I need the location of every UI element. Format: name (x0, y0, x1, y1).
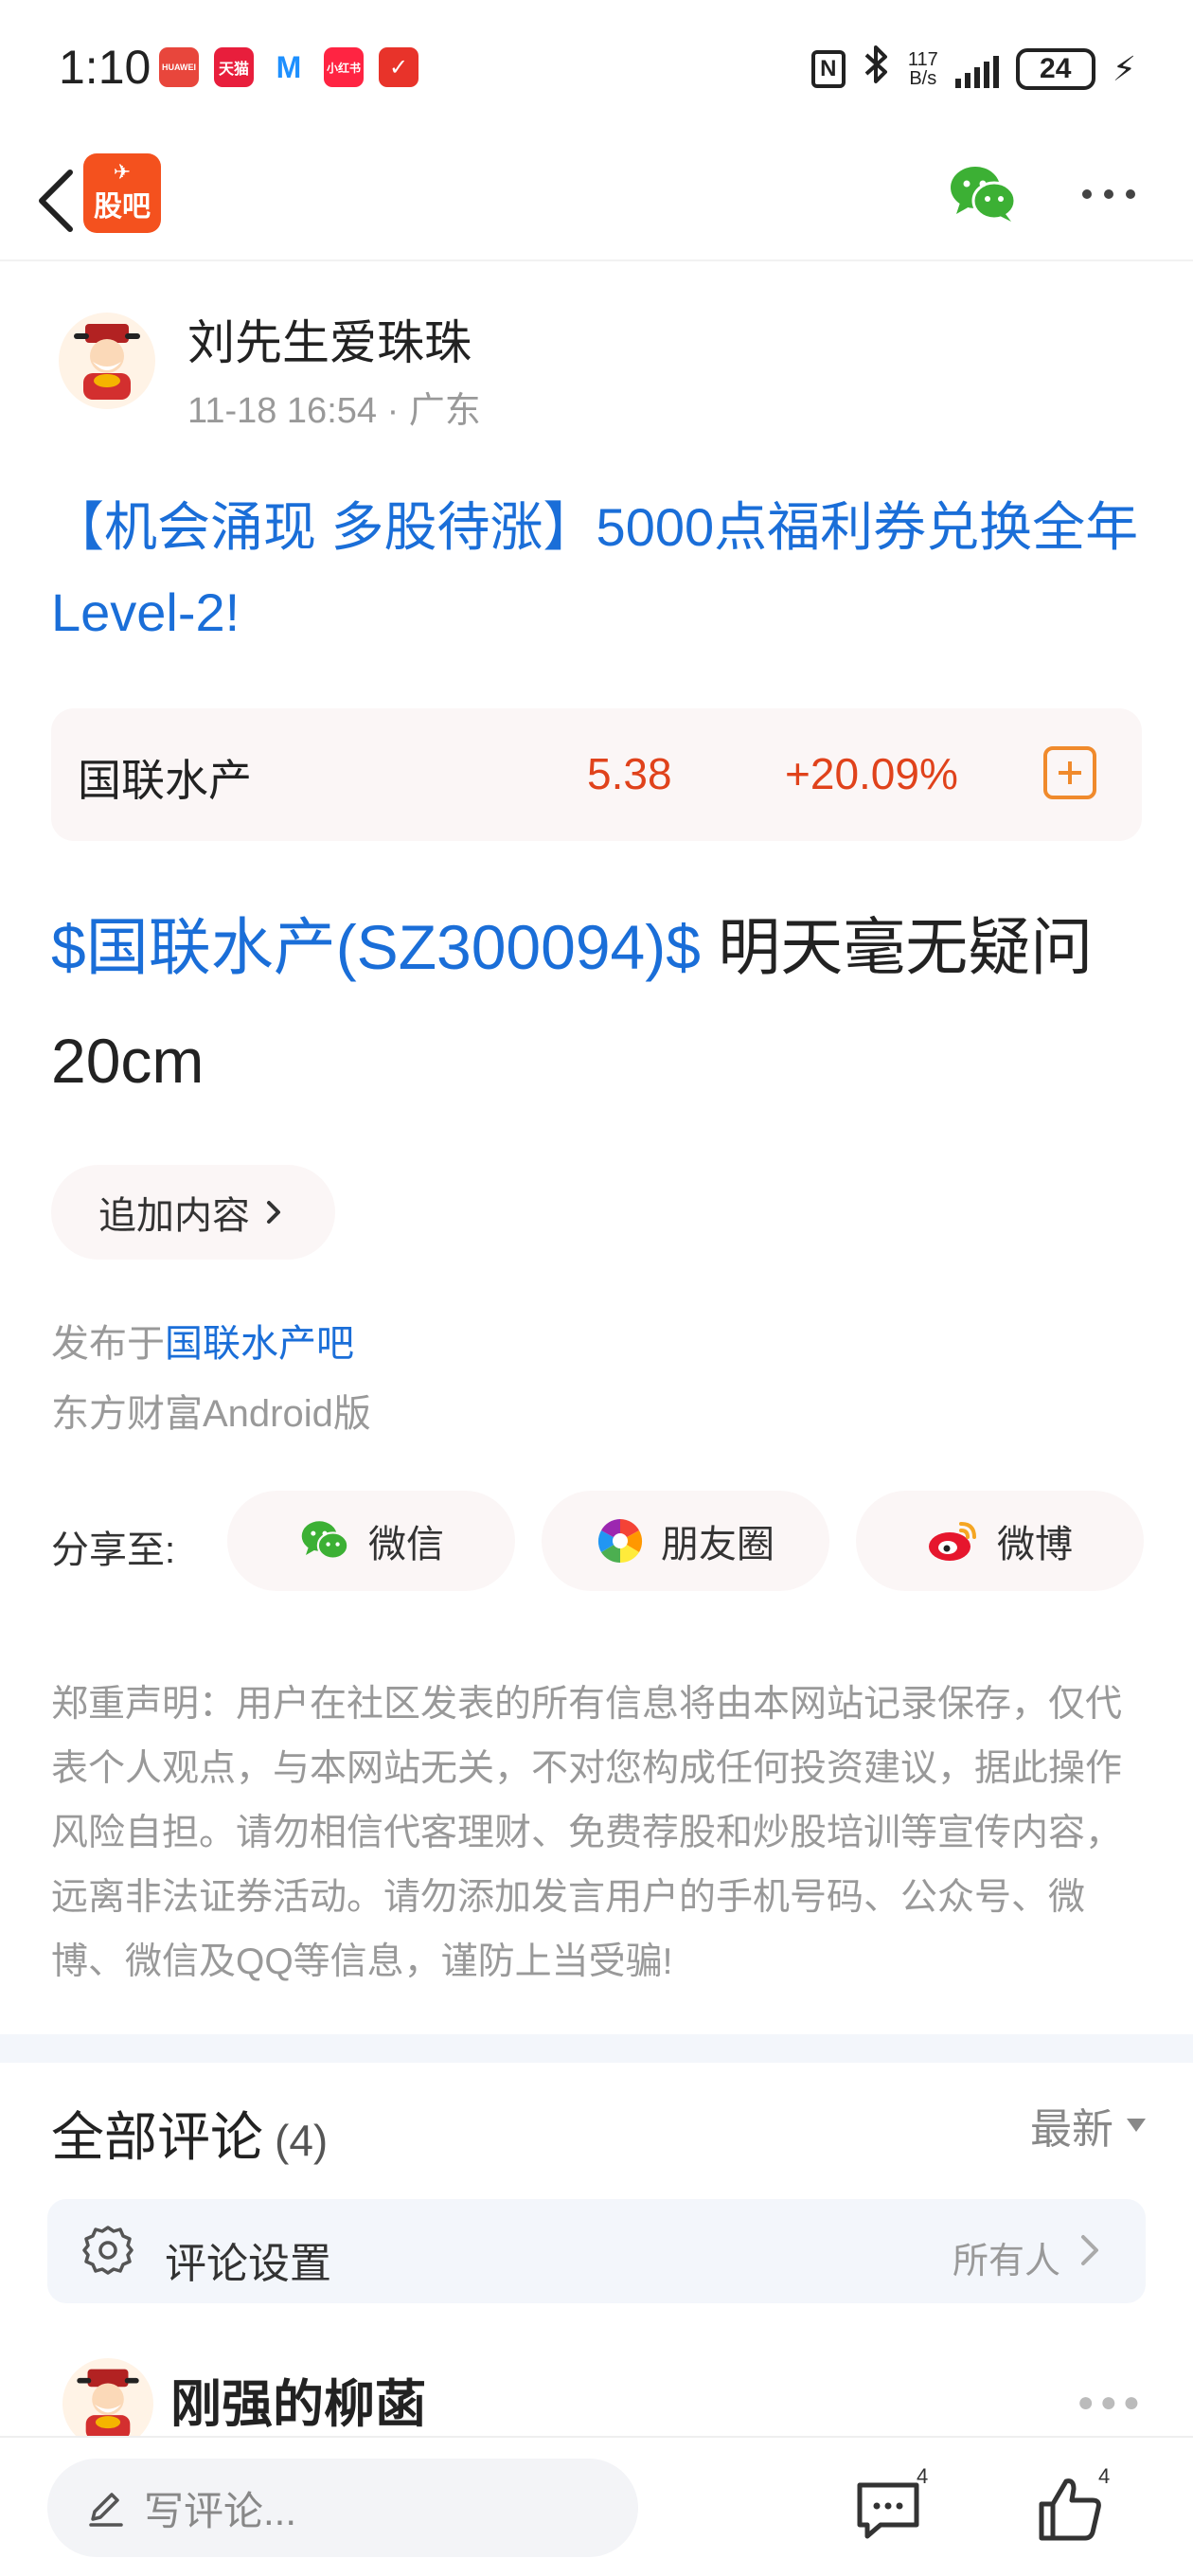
bottom-bar: 写评论... 4 4 (0, 2436, 1193, 2576)
back-arrow-icon (39, 170, 73, 232)
status-indicators: N 117 B/s 24 ⚡ (810, 44, 1136, 95)
share-moments-button[interactable]: 朋友圈 (542, 1491, 829, 1591)
battery-icon: 24 (1015, 48, 1095, 90)
meitu-notification-icon: M (276, 49, 302, 84)
paper-plane-icon: ✈ (113, 160, 132, 184)
stock-name: 国联水产 (78, 756, 252, 805)
share-button[interactable] (663, 2472, 739, 2548)
comments-header: 全部评论 (4) (51, 2095, 328, 2172)
moments-icon (597, 1519, 643, 1564)
client-info: 东方财富Android版 (51, 1393, 371, 1435)
guba-logo: ✈ 股吧 (83, 153, 161, 233)
share-weibo-label: 微博 (997, 1524, 1073, 1565)
author-name[interactable]: 刘先生爱珠珠 (187, 305, 472, 373)
append-content-button[interactable]: 追加内容 (51, 1165, 335, 1260)
comment-input[interactable]: 写评论... (47, 2459, 638, 2557)
published-prefix: 发布于 (51, 1323, 165, 1365)
published-in: 发布于国联水产吧 (51, 1313, 354, 1368)
comments-count: (4) (275, 2116, 329, 2165)
more-dots-icon (1082, 189, 1135, 199)
share-weibo-button[interactable]: 微博 (856, 1491, 1144, 1591)
stock-tag-link[interactable]: $国联水产(SZ300094)$ (51, 912, 701, 982)
share-icon (663, 2472, 739, 2548)
charging-icon: ⚡ (1112, 49, 1136, 88)
caret-down-icon (1127, 2119, 1146, 2132)
comments-sort-dropdown[interactable]: 最新 (1030, 2095, 1146, 2156)
pencil-icon (89, 2493, 123, 2527)
like-button[interactable] (1032, 2472, 1108, 2548)
thumbs-up-icon (1039, 2478, 1101, 2541)
add-watchlist-icon[interactable] (1043, 746, 1096, 799)
commenter-name[interactable]: 刚强的柳菡 (170, 2362, 426, 2437)
more-options-button[interactable] (1076, 170, 1142, 218)
disclaimer-text: 郑重声明：用户在社区发表的所有信息将由本网站记录保存，仅代表个人观点，与本网站无… (51, 1684, 1123, 1982)
comment-input-placeholder: 写评论... (144, 2488, 297, 2533)
back-button[interactable] (28, 165, 85, 237)
author-avatar[interactable] (59, 313, 155, 409)
share-wechat-label: 微信 (368, 1524, 444, 1565)
comment-count-badge: 4 (917, 2464, 929, 2488)
bluetooth-icon (863, 44, 891, 95)
comments-sort-label: 最新 (1030, 2106, 1113, 2153)
comment-icon (857, 2482, 919, 2539)
status-time: 1:10 (59, 41, 151, 94)
network-speed-value: 117 (907, 49, 938, 70)
section-divider (0, 2034, 1193, 2063)
top-bar: ✈ 股吧 (0, 142, 1193, 261)
guba-logo-label: 股吧 (94, 191, 151, 223)
wechat-icon (301, 1521, 349, 1560)
network-speed-unit: B/s (909, 68, 937, 89)
wechat-icon (951, 167, 1017, 222)
share-label: 分享至: (51, 1530, 176, 1571)
post-title-link[interactable]: 【机会涌现 多股待涨】5000点福利券兑换全年Level-2! (51, 485, 1140, 655)
chevron-right-icon (267, 1201, 280, 1224)
caishen-avatar-icon (74, 324, 140, 400)
caishen-avatar-icon (77, 2369, 139, 2441)
wechat-share-button[interactable] (947, 161, 1019, 227)
status-bar: 1:10 HUAWEI 天猫 M 小红书 ✓ N 117 B/s 24 ⚡ (0, 0, 1193, 142)
comments-button[interactable] (850, 2472, 926, 2548)
comment-settings-value: 所有人 (952, 2242, 1060, 2281)
chevron-right-icon (1081, 2235, 1098, 2265)
app-notification-icon: ✓ (379, 47, 418, 87)
network-speed: 117 B/s (908, 50, 938, 88)
xiaohongshu-notification-icon: 小红书 (324, 47, 364, 87)
post-meta: 11-18 16:54 · 广东 (187, 391, 481, 431)
stock-change: +20.09% (785, 749, 958, 798)
post-body: $国联水产(SZ300094)$ 明天毫无疑问20cm (51, 890, 1159, 1118)
stock-price: 5.38 (587, 749, 672, 798)
share-wechat-button[interactable]: 微信 (227, 1491, 515, 1591)
share-moments-label: 朋友圈 (661, 1524, 775, 1565)
comments-title: 全部评论 (51, 2107, 263, 2167)
stock-card[interactable]: 国联水产 5.38 +20.09% (51, 708, 1142, 841)
comment-more-icon[interactable]: ●●● (1077, 2387, 1146, 2419)
signal-icon (954, 50, 999, 88)
weibo-icon (929, 1522, 976, 1561)
comment-settings-row[interactable]: 评论设置 所有人 (47, 2199, 1146, 2303)
tmall-notification-icon: 天猫 (214, 47, 254, 87)
like-count-badge: 4 (1098, 2464, 1111, 2488)
huawei-notification-icon: HUAWEI (159, 47, 199, 87)
nfc-icon: N (810, 50, 846, 88)
gear-icon (82, 2226, 134, 2275)
comment-settings-label: 评论设置 (165, 2241, 331, 2287)
append-content-label: 追加内容 (98, 1195, 250, 1237)
stock-bar-link[interactable]: 国联水产吧 (165, 1323, 354, 1365)
